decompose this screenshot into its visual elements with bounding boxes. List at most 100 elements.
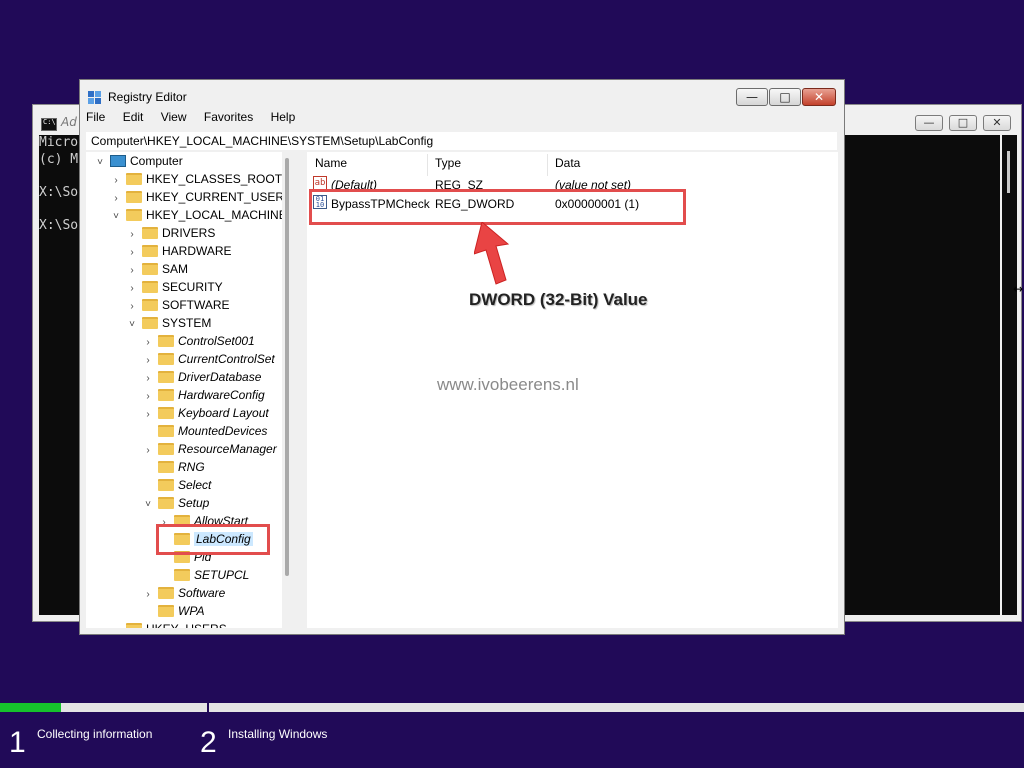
tree-node-label: Keyboard Layout xyxy=(178,406,269,420)
menu-help[interactable]: Help xyxy=(271,110,296,124)
folder-icon xyxy=(142,227,158,239)
folder-icon xyxy=(142,281,158,293)
tree-node-label: HKEY_CLASSES_ROOT xyxy=(146,172,283,186)
console-scrollbar[interactable] xyxy=(1002,135,1017,615)
folder-icon xyxy=(142,245,158,257)
setup-progress-fill xyxy=(0,703,62,712)
minimize-button[interactable]: — xyxy=(736,88,768,106)
folder-icon xyxy=(174,569,190,581)
tree-node-currentcontrolset[interactable]: › CurrentControlSet xyxy=(142,350,275,368)
folder-icon xyxy=(158,353,174,365)
column-divider[interactable] xyxy=(547,154,548,176)
console-text: Micro (c) M X:\So X:\So xyxy=(39,135,79,233)
tree-node-label: DriverDatabase xyxy=(178,370,262,384)
tree-node-hkey-local-machine[interactable]: ˅ HKEY_LOCAL_MACHINE xyxy=(110,206,287,224)
tree-node-hardware[interactable]: › HARDWARE xyxy=(126,242,232,260)
tree-node-label: ControlSet001 xyxy=(178,334,255,348)
chevron-down-icon[interactable]: ˅ xyxy=(110,208,122,226)
step-2-number: 2 xyxy=(200,726,217,759)
tree-node-hkey-current-user[interactable]: › HKEY_CURRENT_USER xyxy=(110,188,284,206)
registry-editor-icon xyxy=(88,91,101,104)
tree-node-system[interactable]: ˅ SYSTEM xyxy=(126,314,211,332)
step-2-label: Installing Windows xyxy=(228,727,328,741)
tree-node-sam[interactable]: › SAM xyxy=(126,260,188,278)
folder-icon xyxy=(158,443,174,455)
menu-favorites[interactable]: Favorites xyxy=(204,110,253,124)
folder-icon xyxy=(158,587,174,599)
console-title: Ad xyxy=(61,115,77,129)
tree-node-label: HKEY_USERS xyxy=(146,622,227,628)
tree-node-label: SYSTEM xyxy=(162,316,212,330)
folder-icon xyxy=(158,605,174,617)
console-minimize-button[interactable]: — xyxy=(915,115,943,131)
menu-bar: File Edit View Favorites Help xyxy=(86,110,309,128)
step-1-label: Collecting information xyxy=(37,727,153,741)
address-bar[interactable]: Computer\HKEY_LOCAL_MACHINE\SYSTEM\Setup… xyxy=(86,132,837,150)
step-1-number: 1 xyxy=(9,726,26,759)
tree-node-hkey-classes-root[interactable]: › HKEY_CLASSES_ROOT xyxy=(110,170,282,188)
tree-node-hkey-users[interactable]: › HKEY_USERS xyxy=(110,620,227,628)
tree-node-rng[interactable]: RNG xyxy=(142,458,205,476)
setup-progress-track xyxy=(0,703,1024,712)
tree-node-label: HARDWARE xyxy=(162,244,232,258)
close-button[interactable]: ✕ xyxy=(802,88,836,106)
folder-icon xyxy=(126,623,142,628)
tree-node-security[interactable]: › SECURITY xyxy=(126,278,223,296)
chevron-down-icon[interactable]: ˅ xyxy=(126,316,138,334)
tree-node-label: Computer xyxy=(130,154,183,168)
tree-node-label: SECURITY xyxy=(162,280,223,294)
tree-node-wpa[interactable]: WPA xyxy=(142,602,204,620)
menu-file[interactable]: File xyxy=(86,110,105,124)
tree-node-label: Setup xyxy=(178,496,210,510)
tree-node-label: WPA xyxy=(178,604,205,618)
tree-node-setupcl[interactable]: SETUPCL xyxy=(158,566,249,584)
tree-node-software[interactable]: › Software xyxy=(142,584,225,602)
maximize-button[interactable]: □ xyxy=(769,88,801,106)
tree-node-controlset001[interactable]: › ControlSet001 xyxy=(142,332,255,350)
tree-node-keyboard-layout[interactable]: › Keyboard Layout xyxy=(142,404,269,422)
column-divider[interactable] xyxy=(427,154,428,176)
tree-node-label: CurrentControlSet xyxy=(178,352,275,366)
annotation-caption: DWORD (32-Bit) Value xyxy=(469,290,648,309)
menu-edit[interactable]: Edit xyxy=(123,110,144,124)
tree-node-computer[interactable]: ˅ Computer xyxy=(94,152,183,170)
tree-node-software[interactable]: › SOFTWARE xyxy=(126,296,229,314)
tree-node-mounteddevices[interactable]: MountedDevices xyxy=(142,422,267,440)
tree-node-label: Select xyxy=(178,478,212,492)
menu-view[interactable]: View xyxy=(161,110,187,124)
tree-node-hardwareconfig[interactable]: › HardwareConfig xyxy=(142,386,265,404)
console-close-button[interactable]: ✕ xyxy=(983,115,1011,131)
folder-icon xyxy=(142,317,158,329)
tree-node-driverdatabase[interactable]: › DriverDatabase xyxy=(142,368,261,386)
folder-icon xyxy=(158,371,174,383)
column-header-name[interactable]: Name xyxy=(315,156,347,170)
folder-icon xyxy=(158,497,174,509)
folder-icon xyxy=(126,209,142,221)
tree-node-label: HKEY_CURRENT_USER xyxy=(146,190,285,204)
tree-node-label: MountedDevices xyxy=(178,424,268,438)
tree-node-resourcemanager[interactable]: › ResourceManager xyxy=(142,440,277,458)
highlight-box-labconfig xyxy=(156,524,270,555)
column-header-data[interactable]: Data xyxy=(555,156,580,170)
folder-icon xyxy=(158,461,174,473)
chevron-down-icon[interactable]: ˅ xyxy=(142,496,154,514)
folder-icon xyxy=(126,191,142,203)
tree-node-label: DRIVERS xyxy=(162,226,216,240)
tree-node-select[interactable]: Select xyxy=(142,476,211,494)
tree-node-label: SAM xyxy=(162,262,189,276)
folder-icon xyxy=(126,173,142,185)
chevron-down-icon[interactable]: ˅ xyxy=(94,154,106,172)
chevron-right-icon[interactable]: › xyxy=(110,622,122,628)
registry-tree[interactable]: ˅ Computer › HKEY_CLASSES_ROOT › HKEY_CURRENT… xyxy=(86,152,294,628)
tree-node-setup[interactable]: ˅ Setup xyxy=(142,494,209,512)
column-header-type[interactable]: Type xyxy=(435,156,461,170)
tree-scrollbar[interactable] xyxy=(282,152,294,628)
tree-node-label: HardwareConfig xyxy=(178,388,265,402)
arrow-up-icon xyxy=(474,222,510,285)
window-title: Registry Editor xyxy=(108,90,187,104)
tree-node-drivers[interactable]: › DRIVERS xyxy=(126,224,215,242)
console-maximize-button[interactable]: □ xyxy=(949,115,977,131)
tree-node-label: ResourceManager xyxy=(178,442,277,456)
folder-icon xyxy=(158,335,174,347)
tree-node-label: Software xyxy=(178,586,226,600)
